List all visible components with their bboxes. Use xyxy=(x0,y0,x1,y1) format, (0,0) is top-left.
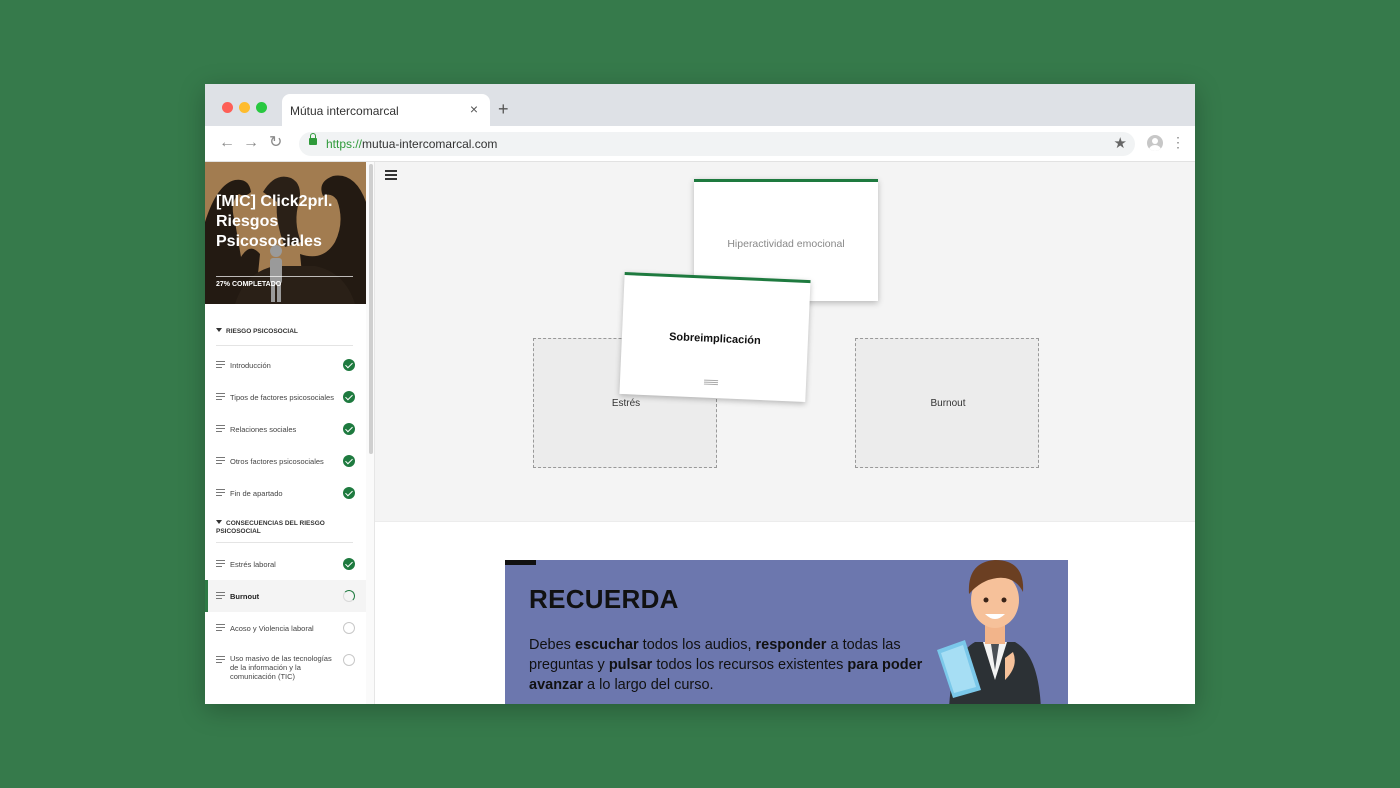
banner-accent-bar xyxy=(505,560,536,565)
lesson-item-active[interactable]: Burnout xyxy=(205,580,366,612)
tab-title: Mútua intercomarcal xyxy=(290,104,399,118)
progress-ring-icon xyxy=(343,590,355,602)
course-progress-divider xyxy=(216,276,353,277)
address-bar: ← → ↻ https://mutua-intercomarcal.com ★ … xyxy=(205,126,1195,162)
hamburger-menu-icon[interactable] xyxy=(385,170,397,180)
section-divider xyxy=(216,542,353,543)
section-divider xyxy=(216,345,353,346)
businessman-illustration xyxy=(937,560,1041,704)
empty-circle-icon xyxy=(343,622,355,634)
lesson-lines-icon xyxy=(216,560,225,567)
lesson-content: Estrés Burnout Hiperactividad emocional … xyxy=(375,162,1195,704)
lesson-item[interactable]: Uso masivo de las tecnologías de la info… xyxy=(205,644,366,684)
dropzone-label: Burnout xyxy=(930,398,966,409)
lock-icon xyxy=(309,133,317,145)
profile-avatar-icon[interactable] xyxy=(1147,135,1163,151)
lesson-lines-icon xyxy=(216,425,225,432)
lesson-label: Estrés laboral xyxy=(230,560,276,569)
lesson-lines-icon xyxy=(216,393,225,400)
lesson-item[interactable]: Acoso y Violencia laboral xyxy=(205,612,366,644)
course-progress-text: 27% COMPLETADO xyxy=(216,281,282,288)
course-title: [MIC] Click2prl. Riesgos Psicosociales xyxy=(216,193,333,250)
minimize-window-button[interactable] xyxy=(239,102,250,113)
section-header[interactable]: CONSECUENCIAS DEL RIESGO PSICOSOCIAL xyxy=(216,520,331,536)
url-text: https://mutua-intercomarcal.com xyxy=(326,137,498,151)
reload-icon[interactable]: ↻ xyxy=(269,134,282,152)
lesson-item[interactable]: Fin de apartado xyxy=(205,477,366,509)
tab-bar: Mútua intercomarcal × + xyxy=(205,84,1195,126)
drag-handle-icon[interactable] xyxy=(703,379,719,386)
more-menu-icon[interactable]: ⋮ xyxy=(1171,134,1185,150)
check-icon xyxy=(343,359,355,371)
scrollbar-thumb[interactable] xyxy=(369,164,373,454)
lesson-lines-icon xyxy=(216,592,225,599)
lesson-item[interactable]: Relaciones sociales xyxy=(205,413,366,445)
lesson-label: Introducción xyxy=(230,361,271,370)
lesson-label: Tipos de factores psicosociales xyxy=(230,393,334,402)
lesson-label: Fin de apartado xyxy=(230,489,283,498)
lesson-label: Burnout xyxy=(230,592,260,601)
lesson-lines-icon xyxy=(216,656,225,663)
card-label: Sobreimplicación xyxy=(668,331,761,347)
check-icon xyxy=(343,487,355,499)
tab-close-icon[interactable]: × xyxy=(470,102,478,116)
lesson-lines-icon xyxy=(216,624,225,631)
bookmark-star-icon[interactable]: ★ xyxy=(1114,134,1127,152)
lesson-label: Relaciones sociales xyxy=(230,425,297,434)
back-arrow-icon[interactable]: ← xyxy=(219,134,235,152)
new-tab-icon[interactable]: + xyxy=(498,100,509,118)
browser-tab[interactable]: Mútua intercomarcal × xyxy=(282,94,490,126)
lesson-label: Otros factores psicosociales xyxy=(230,457,324,466)
check-icon xyxy=(343,558,355,570)
lesson-lines-icon xyxy=(216,361,225,368)
browser-window: Mútua intercomarcal × + ← → ↻ https://mu… xyxy=(205,84,1195,704)
lesson-lines-icon xyxy=(216,489,225,496)
dropzone-label: Estrés xyxy=(611,398,641,409)
caret-down-icon xyxy=(216,520,222,524)
forward-arrow-icon[interactable]: → xyxy=(243,134,259,152)
course-sidebar: [MIC] Click2prl. Riesgos Psicosociales 2… xyxy=(205,162,375,704)
section-header[interactable]: RIESGO PSICOSOCIAL xyxy=(216,328,331,336)
reminder-banner: RECUERDA Debes escuchar todos los audios… xyxy=(505,560,1068,704)
dropzone-burnout[interactable]: Burnout xyxy=(855,338,1039,468)
caret-down-icon xyxy=(216,328,222,332)
lesson-item[interactable]: Tipos de factores psicosociales xyxy=(205,381,366,413)
reminder-title: RECUERDA xyxy=(529,584,679,614)
drag-drop-activity: Estrés Burnout Hiperactividad emocional … xyxy=(375,162,1195,522)
close-window-button[interactable] xyxy=(222,102,233,113)
draggable-card-dragging[interactable]: Sobreimplicación xyxy=(619,272,811,402)
sidebar-scrollbar[interactable] xyxy=(366,162,374,704)
empty-circle-icon xyxy=(343,654,355,666)
check-icon xyxy=(343,391,355,403)
maximize-window-button[interactable] xyxy=(256,102,267,113)
card-label: Hiperactividad emocional xyxy=(727,238,845,250)
lesson-item[interactable]: Introducción xyxy=(205,349,366,381)
check-icon xyxy=(343,455,355,467)
lesson-item[interactable]: Estrés laboral xyxy=(205,548,366,580)
url-input[interactable]: https://mutua-intercomarcal.com ★ xyxy=(299,132,1135,156)
check-icon xyxy=(343,423,355,435)
lesson-label: Acoso y Violencia laboral xyxy=(230,624,314,633)
lesson-lines-icon xyxy=(216,457,225,464)
reminder-text: Debes escuchar todos los audios, respond… xyxy=(529,637,923,693)
lesson-label: Uso masivo de las tecnologías de la info… xyxy=(230,654,332,681)
lesson-item[interactable]: Otros factores psicosociales xyxy=(205,445,366,477)
course-header: [MIC] Click2prl. Riesgos Psicosociales 2… xyxy=(205,162,366,304)
